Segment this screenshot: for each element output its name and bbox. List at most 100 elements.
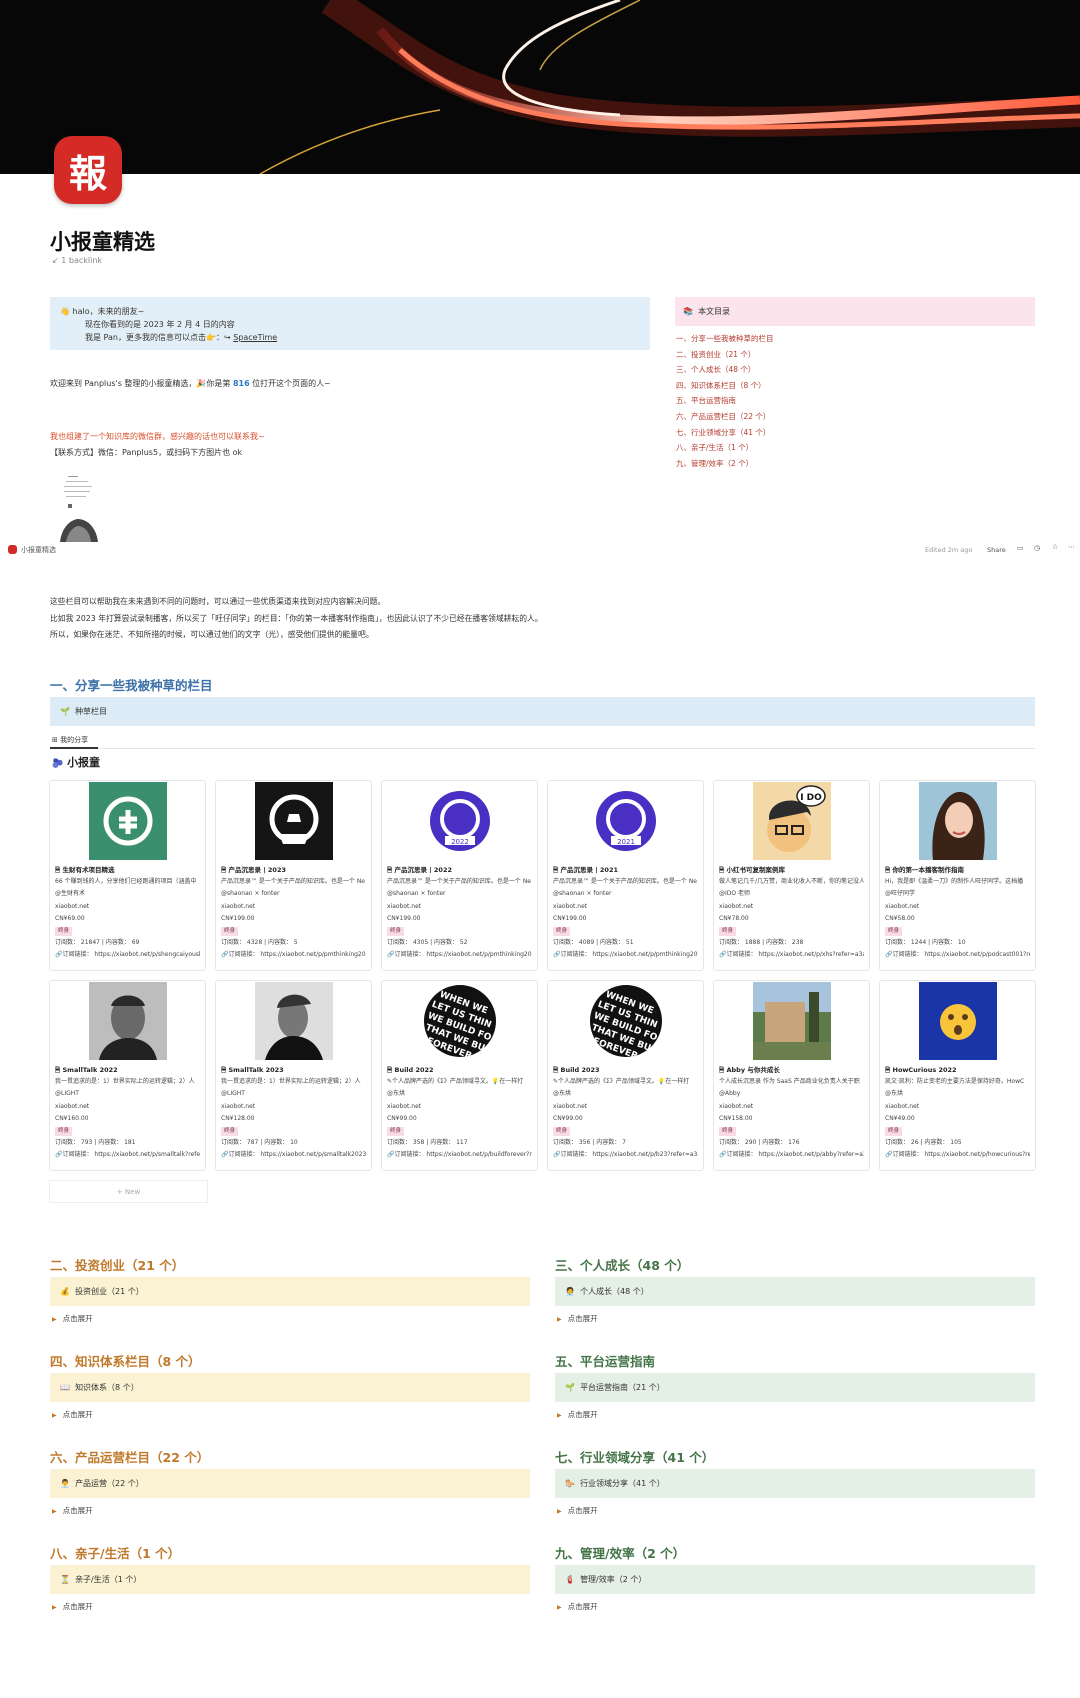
share-button[interactable]: Share	[987, 546, 1006, 554]
gallery-card[interactable]: 🗎 SmallTalk 2022 我一贯追求的是：1）世界实际上的运转逻辑；2）人…	[49, 980, 206, 1171]
card-author: @东烘	[885, 1090, 904, 1098]
toc-item[interactable]: 四、知识体系栏目（8 个）	[675, 378, 1035, 394]
tab-underline	[50, 747, 98, 749]
card-link[interactable]: 🔗订阅链接： https://xiaobot.net/p/buildforeve…	[387, 1149, 532, 1161]
star-icon[interactable]: ☆	[1052, 543, 1058, 551]
section-heading: 三、个人成长（48 个）	[555, 1258, 690, 1273]
card-title[interactable]: 🗎 HowCurious 2022	[885, 1064, 1030, 1076]
page-icon: 🗎	[719, 866, 725, 874]
gallery-card[interactable]: WHEN WE LET US THIN WE BUILD FO THAT WE BU F…	[381, 980, 538, 1171]
card-author: @IDO 老师	[719, 890, 751, 898]
card-cover: 2022	[382, 781, 537, 861]
toc-item[interactable]: 三、个人成长（48 个）	[675, 362, 1035, 378]
card-link[interactable]: 🔗订阅链接： https://xiaobot.net/p/b23?refer=a…	[553, 1149, 698, 1161]
page-icon: 🗎	[719, 1066, 725, 1074]
card-cover: I DO	[714, 781, 869, 861]
new-card-button[interactable]: + New	[49, 1180, 208, 1203]
toc-item[interactable]: 一、分享一些我被种草的栏目	[675, 331, 1035, 347]
card-link[interactable]: 🔗订阅链接： https://xiaobot.net/p/pmthinking2…	[553, 949, 698, 961]
card-title[interactable]: 🗎 Build 2023	[553, 1064, 698, 1076]
card-site: xiaobot.net	[719, 1102, 754, 1110]
card-title[interactable]: 🗎 生财有术项目精选	[55, 864, 200, 876]
tab-my-share[interactable]: ⊞ 我的分享	[52, 735, 88, 745]
card-tag: 终身	[55, 1127, 73, 1137]
expand-toggle[interactable]: ▶ 点击展开	[557, 1409, 598, 1420]
gallery-card[interactable]: 🗎 生财有术项目精选 66 个赚到钱的人，分享他们已经跑通的项目（涵盖中 @生财有术…	[49, 780, 206, 971]
gallery-grid: 🗎 生财有术项目精选 66 个赚到钱的人，分享他们已经跑通的项目（涵盖中 @生财有术…	[49, 780, 1036, 1171]
visitor-count: 816	[232, 379, 250, 388]
toc-item[interactable]: 六、产品运营栏目（22 个）	[675, 409, 1035, 425]
toc-list: 一、分享一些我被种草的栏目 二、投资创业（21 个） 三、个人成长（48 个） 四、知…	[675, 331, 1035, 471]
card-link[interactable]: 🔗订阅链接： https://xiaobot.net/p/xhs?refer=a…	[719, 949, 864, 961]
card-tag: 终身	[885, 1127, 903, 1137]
gallery-card[interactable]: 🗎 HowCurious 2022 凯文·凯利：防止变老的主要方法是保持好奇。Ho…	[879, 980, 1036, 1171]
expand-toggle[interactable]: ▶ 点击展开	[52, 1313, 93, 1324]
card-title[interactable]: 🗎 产品沉思录 | 2022	[387, 864, 532, 876]
breadcrumb[interactable]: 小报童精选	[21, 545, 56, 555]
card-link[interactable]: 🔗订阅链接： https://xiaobot.net/p/smalltalk20…	[221, 1149, 366, 1161]
card-author: @东烘	[553, 1090, 572, 1098]
expand-toggle[interactable]: ▶ 点击展开	[557, 1601, 598, 1612]
card-author: @LIGHT	[55, 1090, 79, 1098]
expand-toggle[interactable]: ▶ 点击展开	[52, 1601, 93, 1612]
card-link[interactable]: 🔗订阅链接： https://xiaobot.net/p/abby?refer=…	[719, 1149, 864, 1161]
page-icon: 🗎	[387, 1066, 393, 1074]
card-link[interactable]: 🔗订阅链接： https://xiaobot.net/p/howcurious?…	[885, 1149, 1030, 1161]
toc-item[interactable]: 八、亲子/生活（1 个）	[675, 440, 1035, 456]
card-title[interactable]: 🗎 SmallTalk 2023	[221, 1064, 366, 1076]
gallery-card[interactable]: WHEN WE LET US THIN WE BUILD FO THAT WE BU F…	[547, 980, 704, 1171]
page-icon: 🗎	[221, 1066, 227, 1074]
gallery-card[interactable]: 🗎 你的第一本播客制作指南 Hi，我是即《温柔一刀》的制作人旺仔同学。这档播 @旺仔…	[879, 780, 1036, 971]
card-tag: 终身	[221, 927, 239, 937]
comment-icon[interactable]: ▭	[1017, 544, 1024, 552]
triangle-right-icon: ▶	[52, 1604, 57, 1611]
intro-paragraphs: 这些栏目可以帮助我在未来遇到不同的问题时，可以通过一些优质渠道来找到对应内容解决…	[50, 594, 543, 644]
card-price: CN¥99.00	[387, 1114, 417, 1122]
page-icon[interactable]: 報	[54, 136, 122, 204]
card-stats: 订阅数： 4328 | 内容数： 5	[221, 939, 298, 947]
expand-toggle[interactable]: ▶ 点击展开	[557, 1505, 598, 1516]
card-title[interactable]: 🗎 Build 2022	[387, 1064, 532, 1076]
card-title[interactable]: 🗎 你的第一本播客制作指南	[885, 864, 1030, 876]
card-site: xiaobot.net	[553, 1102, 588, 1110]
expand-toggle[interactable]: ▶ 点击展开	[52, 1409, 93, 1420]
history-icon[interactable]: ◷	[1034, 544, 1040, 552]
card-site: xiaobot.net	[221, 1102, 256, 1110]
triangle-right-icon: ▶	[557, 1508, 562, 1515]
card-title[interactable]: 🗎 SmallTalk 2022	[55, 1064, 200, 1076]
gallery-card[interactable]: 2021 🗎 产品沉思录 | 2021 产品沉思录™ 是一个关于产品的知识库。也是一…	[547, 780, 704, 971]
card-cover	[216, 981, 371, 1061]
card-link[interactable]: 🔗订阅链接： https://xiaobot.net/p/pmthinking2…	[387, 949, 532, 961]
section-emoji-icon: 🌱	[565, 1383, 575, 1392]
card-link[interactable]: 🔗订阅链接： https://xiaobot.net/p/podcast001?…	[885, 949, 1030, 961]
toc-item[interactable]: 二、投资创业（21 个）	[675, 347, 1035, 363]
page-icon: 🗎	[221, 866, 227, 874]
gallery-card[interactable]: 2022 🗎 产品沉思录 | 2022 产品沉思录™ 是一个关于产品的知识库。也是一…	[381, 780, 538, 971]
expand-toggle[interactable]: ▶ 点击展开	[557, 1313, 598, 1324]
gallery-card[interactable]: 🗎 SmallTalk 2023 我一贯追求的是：1）世界实际上的运转逻辑；2）人…	[215, 980, 372, 1171]
spacetime-link[interactable]: SpaceTime	[233, 333, 277, 342]
toc-item[interactable]: 九、管理/效率（2 个）	[675, 456, 1035, 472]
card-link[interactable]: 🔗订阅链接： https://xiaobot.net/p/shengcaiyou…	[55, 949, 200, 961]
more-icon[interactable]: ⋯	[1068, 543, 1075, 551]
card-tag: 终身	[719, 927, 737, 937]
card-title[interactable]: 🗎 Abby 与你共成长	[719, 1064, 864, 1076]
backlink[interactable]: ↙ 1 backlink	[52, 256, 102, 265]
toc-item[interactable]: 七、行业领域分享（41 个）	[675, 425, 1035, 441]
card-title[interactable]: 🗎 产品沉思录 | 2021	[553, 864, 698, 876]
gallery-card[interactable]: 🗎 Abby 与你共成长 个人成长沉思录 作为 SaaS 产品商业化负责人关于职 @…	[713, 980, 870, 1171]
card-site: xiaobot.net	[55, 902, 90, 910]
section-emoji-icon: 👨‍💼	[60, 1479, 70, 1488]
section-emoji-icon: 🧑‍💼	[565, 1287, 575, 1296]
card-link[interactable]: 🔗订阅链接： https://xiaobot.net/p/pmthinking2…	[221, 949, 366, 961]
card-link[interactable]: 🔗订阅链接： https://xiaobot.net/p/smalltalk?r…	[55, 1149, 200, 1161]
section-callout: 👨‍💼 产品运营（22 个）	[50, 1469, 530, 1498]
card-title[interactable]: 🗎 小红书可复制案例库	[719, 864, 864, 876]
card-site: xiaobot.net	[719, 902, 754, 910]
expand-toggle[interactable]: ▶ 点击展开	[52, 1505, 93, 1516]
card-author: @LIGHT	[221, 1090, 245, 1098]
gallery-card[interactable]: 🗎 产品沉思录 | 2023 产品沉思录™ 是一个关于产品的知识库。也是一个 Ne…	[215, 780, 372, 971]
card-title[interactable]: 🗎 产品沉思录 | 2023	[221, 864, 366, 876]
gallery-card[interactable]: I DO 🗎 小红书可复制案例库 做人笔记几千/几万赞，商业化收入不断，你的笔记没人…	[713, 780, 870, 971]
toc-item[interactable]: 五、平台运营指南	[675, 393, 1035, 409]
